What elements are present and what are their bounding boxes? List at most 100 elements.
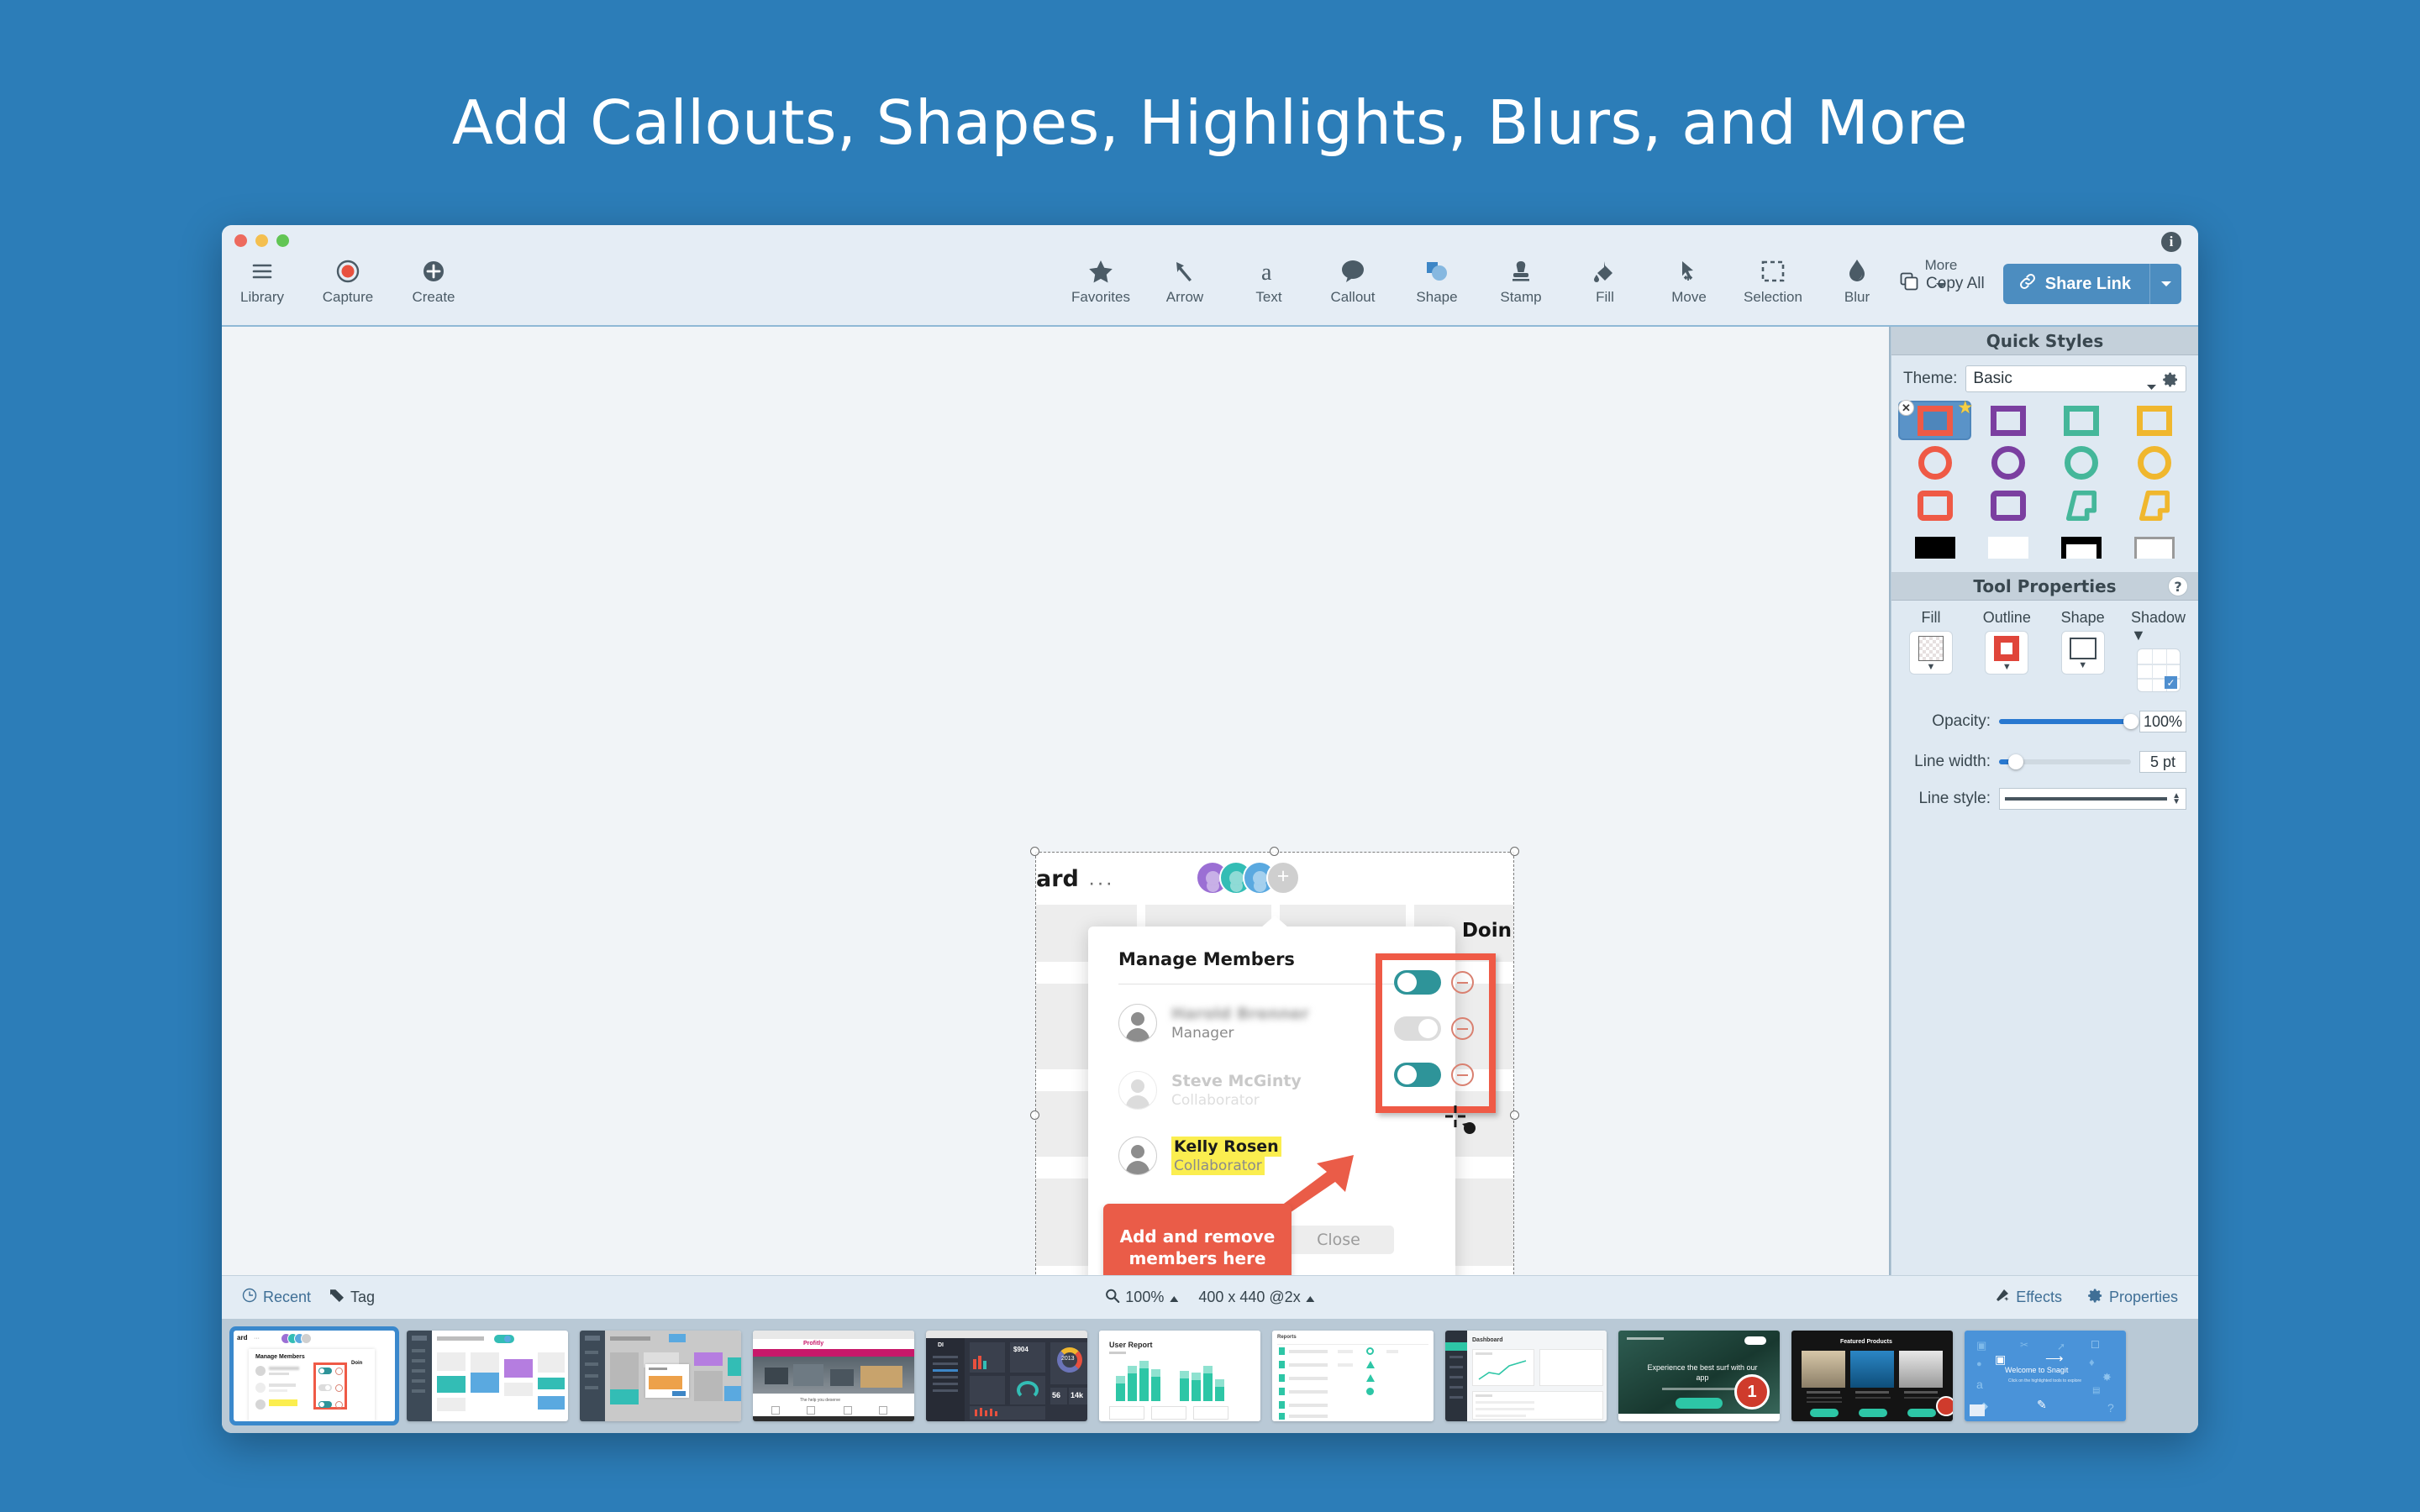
thumbnail-project-board-light[interactable] — [407, 1331, 568, 1421]
style-swatch[interactable] — [2120, 402, 2190, 438]
thumbnail-project-board-dim[interactable] — [580, 1331, 741, 1421]
thumbnail-reports-table[interactable]: Reports — [1272, 1331, 1434, 1421]
member-toggle-on[interactable] — [1394, 1063, 1441, 1087]
hamburger-menu-icon — [251, 257, 273, 286]
resize-handle[interactable] — [1030, 1110, 1039, 1120]
close-window-button[interactable] — [234, 234, 247, 247]
canvas[interactable]: Doin ard ··· + — [222, 327, 1891, 1275]
effects-button[interactable]: Effects — [1994, 1288, 2062, 1308]
line-width-slider[interactable] — [1999, 759, 2131, 764]
tag-button[interactable]: Tag — [329, 1288, 375, 1307]
tool-blur[interactable]: Blur — [1827, 257, 1887, 306]
thumbnail-surf-app-hero[interactable]: Experience the best surf with our app 1 — [1618, 1331, 1780, 1421]
tool-shape[interactable]: Shape — [1407, 257, 1467, 306]
style-swatch[interactable] — [1900, 530, 1970, 566]
close-button[interactable]: Close — [1283, 1226, 1394, 1254]
minimize-window-button[interactable] — [255, 234, 268, 247]
tool-arrow[interactable]: Arrow — [1155, 257, 1215, 306]
remove-member-icon[interactable] — [1451, 1017, 1474, 1040]
style-swatch[interactable] — [2120, 445, 2190, 481]
info-icon[interactable]: i — [2161, 232, 2181, 252]
style-swatch[interactable] — [1973, 530, 2043, 566]
resize-handle[interactable] — [1510, 1110, 1519, 1120]
dimensions-control[interactable]: 400 x 440 @2x — [1198, 1289, 1314, 1306]
tool-move[interactable]: Move — [1659, 257, 1719, 306]
tool-favorites-label: Favorites — [1071, 289, 1130, 306]
zoom-control[interactable]: 100% — [1105, 1289, 1178, 1307]
resize-handle[interactable] — [1510, 847, 1519, 856]
line-width-value[interactable]: 5 pt — [2139, 751, 2186, 773]
properties-button[interactable]: Properties — [2087, 1288, 2178, 1308]
style-swatch[interactable] — [2120, 487, 2190, 523]
thumbnail-profitly-website[interactable]: Profitly The help you deserve — [753, 1331, 914, 1421]
recent-button[interactable]: Recent — [242, 1288, 311, 1307]
capture-button[interactable]: Capture — [321, 257, 375, 306]
toggle-row — [1394, 970, 1474, 995]
line-style-select[interactable]: ▲▼ — [1999, 788, 2186, 810]
style-swatch[interactable] — [1973, 487, 2043, 523]
tool-fill[interactable]: Fill — [1575, 257, 1635, 306]
thumbnail-green-dashboard[interactable]: Dashboard — [1445, 1331, 1607, 1421]
favorite-star-icon[interactable]: ★ — [1957, 397, 1973, 418]
member-role: Manager — [1171, 1025, 1309, 1042]
member-avatars: + — [1196, 861, 1300, 895]
theme-select[interactable]: Basic — [1965, 365, 2186, 392]
callout-annotation[interactable]: Add and remove members here — [1103, 1204, 1292, 1275]
toggle-row — [1394, 1063, 1474, 1087]
remove-member-icon[interactable] — [1451, 971, 1474, 994]
style-swatch[interactable] — [2120, 530, 2190, 566]
add-member-avatar-button[interactable]: + — [1266, 861, 1300, 895]
style-swatch[interactable]: ✕ ★ — [1900, 402, 1970, 438]
style-swatch[interactable] — [1900, 487, 1970, 523]
help-icon[interactable]: ? — [2168, 576, 2188, 596]
shape-property[interactable]: Shape ▼ — [2055, 609, 2111, 692]
share-link-button[interactable]: Share Link — [2003, 264, 2149, 304]
thumbnail-dark-analytics-dashboard[interactable]: DI $904 2013 56 — [926, 1331, 1087, 1421]
remove-style-icon[interactable]: ✕ — [1898, 400, 1914, 416]
resize-handle[interactable] — [1270, 847, 1279, 856]
selection-frame[interactable]: Doin ard ··· + — [1035, 852, 1514, 1275]
opacity-slider[interactable] — [1999, 719, 2131, 724]
tool-properties-title: Tool Properties — [1973, 576, 2116, 596]
board-header: ard ··· + — [1036, 853, 1513, 903]
thumbnail-featured-products[interactable]: Featured Products — [1791, 1331, 1953, 1421]
thumbnail-welcome-to-snagit[interactable]: Welcome to Snagit Click on the highlight… — [1965, 1331, 2126, 1421]
filmstrip[interactable]: ard ··· Manage Members Doin — [222, 1319, 2198, 1433]
style-swatch[interactable] — [2047, 445, 2117, 481]
share-link-dropdown[interactable] — [2149, 264, 2181, 304]
opacity-value[interactable]: 100% — [2139, 711, 2186, 732]
toolbar-left-group: Library Capture Create — [235, 257, 460, 306]
thumbnail-user-report-chart[interactable]: User Report — [1099, 1331, 1260, 1421]
style-swatch[interactable] — [1900, 445, 1970, 481]
tool-stamp[interactable]: Stamp — [1491, 257, 1551, 306]
gear-icon[interactable] — [2162, 371, 2179, 393]
shape-swatch[interactable]: ▼ — [2061, 631, 2105, 675]
status-center-group: 100% 400 x 440 @2x — [1105, 1289, 1314, 1307]
library-button[interactable]: Library — [235, 257, 289, 306]
arrow-icon — [1173, 257, 1197, 286]
tool-text[interactable]: a Text — [1239, 257, 1299, 306]
create-button[interactable]: Create — [407, 257, 460, 306]
tool-selection[interactable]: Selection — [1743, 257, 1803, 306]
zoom-window-button[interactable] — [276, 234, 289, 247]
shadow-property[interactable]: Shadow ▼ ✓ — [2131, 609, 2186, 692]
member-toggle-off[interactable] — [1394, 1016, 1441, 1041]
outline-swatch[interactable]: ▼ — [1985, 631, 2028, 675]
outline-property[interactable]: Outline ▼ — [1979, 609, 2034, 692]
stepper-icon[interactable]: ▲▼ — [2172, 793, 2181, 805]
style-swatch[interactable] — [2047, 487, 2117, 523]
fill-property[interactable]: Fill ▼ — [1903, 609, 1959, 692]
style-swatch[interactable] — [2047, 530, 2117, 566]
tool-callout[interactable]: Callout — [1323, 257, 1383, 306]
member-toggle-on[interactable] — [1394, 970, 1441, 995]
shadow-grid-icon[interactable]: ✓ — [2137, 648, 2181, 692]
copy-all-button[interactable]: Copy All — [1900, 272, 1985, 296]
tool-favorites[interactable]: Favorites — [1071, 257, 1131, 306]
style-swatch[interactable] — [1973, 445, 2043, 481]
style-swatch[interactable] — [2047, 402, 2117, 438]
fill-swatch[interactable]: ▼ — [1909, 631, 1953, 675]
style-swatch[interactable] — [1973, 402, 2043, 438]
resize-handle[interactable] — [1030, 847, 1039, 856]
thumbnail-manage-members[interactable]: ard ··· Manage Members Doin — [234, 1331, 395, 1421]
remove-member-icon[interactable] — [1451, 1063, 1474, 1086]
